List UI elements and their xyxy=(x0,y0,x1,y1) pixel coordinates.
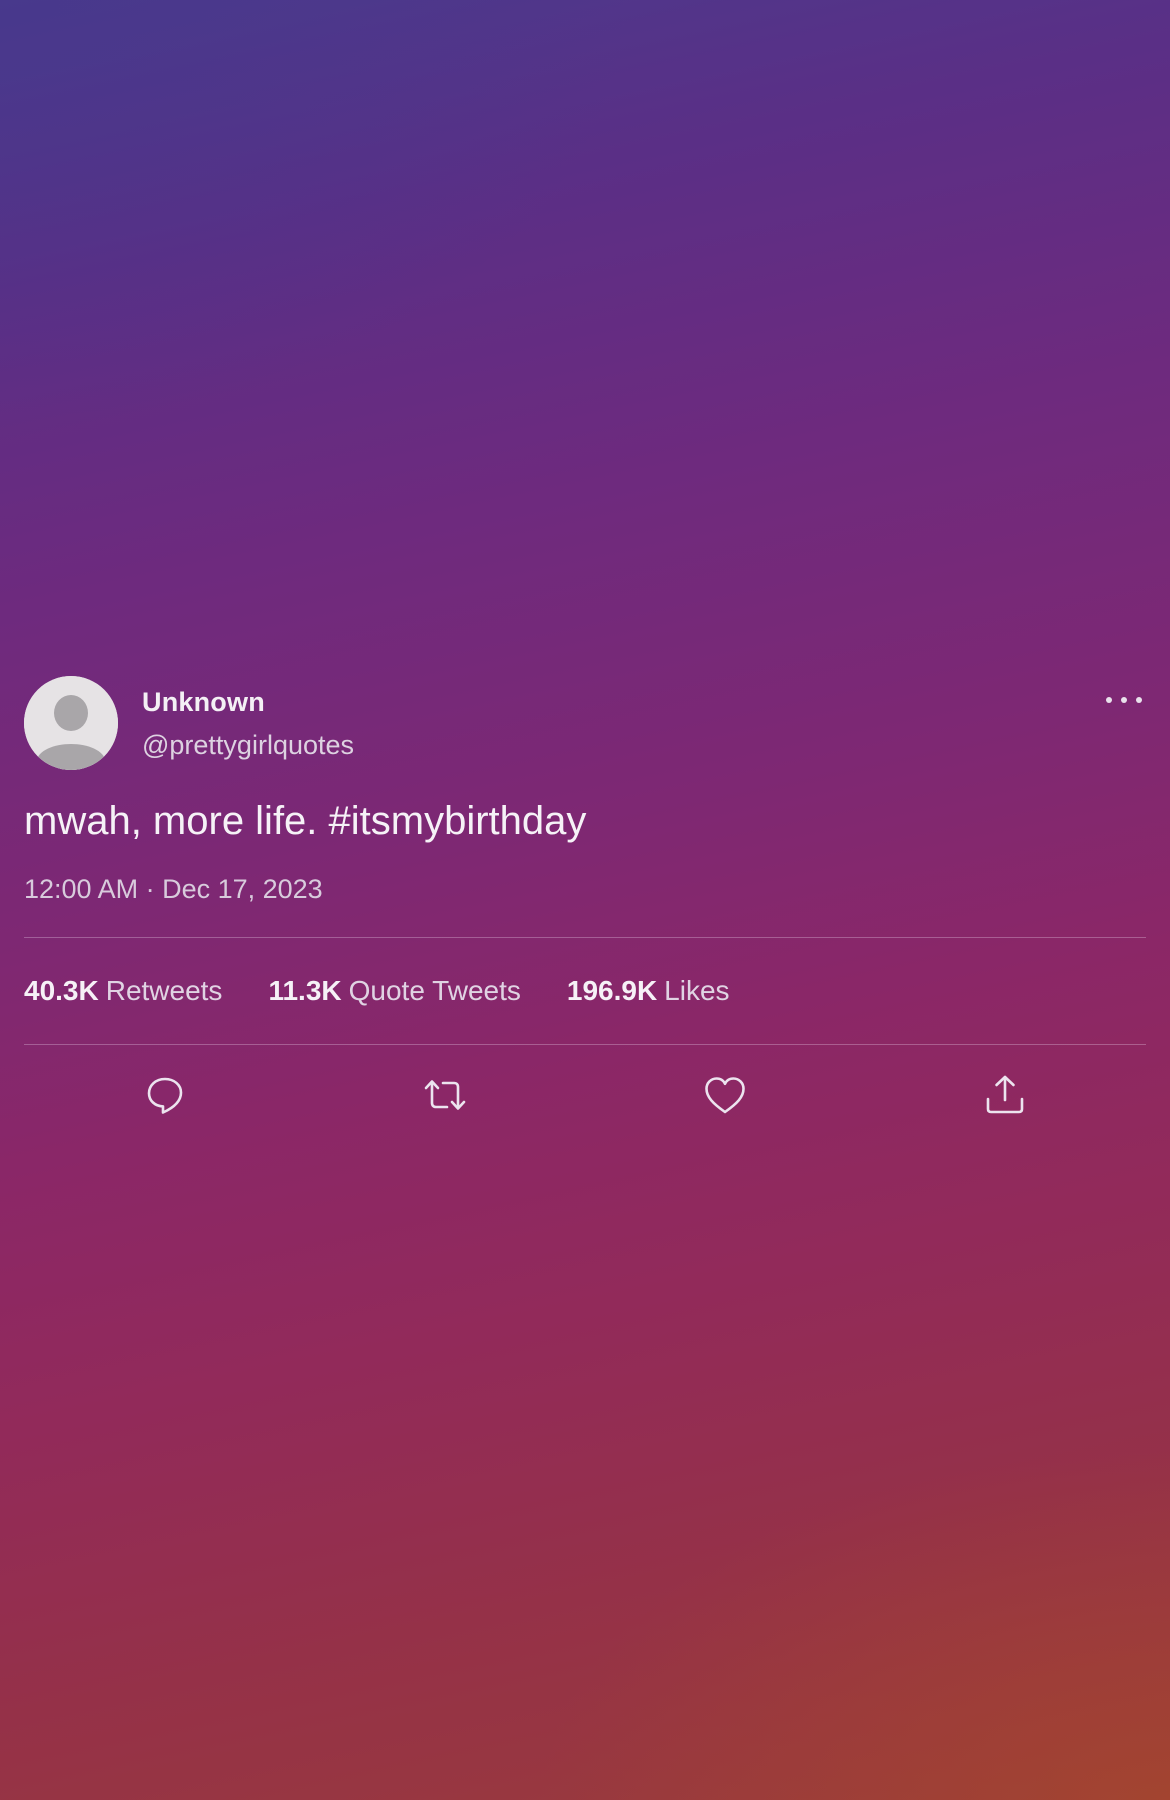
retweets-label: Retweets xyxy=(105,975,223,1006)
tweet-timestamp[interactable]: 12:00 AM · Dec 17, 2023 xyxy=(24,874,1146,905)
quote-tweets-stat[interactable]: 11.3K Quote Tweets xyxy=(268,975,520,1007)
likes-stat[interactable]: 196.9K Likes xyxy=(567,975,730,1007)
tweet-text: mwah, more life. #itsmybirthday xyxy=(24,799,587,843)
share-icon xyxy=(986,1075,1024,1114)
like-button[interactable] xyxy=(701,1071,749,1119)
retweets-stat[interactable]: 40.3K Retweets xyxy=(24,975,222,1007)
more-dot xyxy=(1136,697,1142,703)
more-dot xyxy=(1106,697,1112,703)
tweet-stats: 40.3K Retweets 11.3K Quote Tweets 196.9K Li… xyxy=(24,938,1146,1044)
share-button[interactable] xyxy=(981,1071,1029,1119)
more-dot xyxy=(1121,697,1127,703)
tweet-card: Unknown @prettygirlquotes mwah, more lif… xyxy=(24,676,1146,1145)
retweet-button[interactable] xyxy=(421,1071,469,1119)
quote-tweets-count: 11.3K xyxy=(268,975,342,1006)
quote-tweets-label: Quote Tweets xyxy=(348,975,521,1006)
likes-label: Likes xyxy=(664,975,730,1006)
retweet-icon xyxy=(424,1080,466,1110)
avatar[interactable] xyxy=(24,676,118,770)
more-options-icon[interactable] xyxy=(1106,690,1142,710)
reply-button[interactable] xyxy=(141,1071,189,1119)
retweets-count: 40.3K xyxy=(24,975,99,1006)
likes-count: 196.9K xyxy=(566,975,658,1006)
like-icon xyxy=(705,1077,745,1114)
tweet-header: Unknown @prettygirlquotes xyxy=(24,676,1146,770)
user-display-name[interactable]: Unknown xyxy=(142,687,265,718)
user-handle[interactable]: @prettygirlquotes xyxy=(142,730,354,761)
reply-icon xyxy=(147,1077,183,1114)
default-avatar-icon xyxy=(24,676,118,770)
tweet-actions xyxy=(24,1045,1146,1145)
